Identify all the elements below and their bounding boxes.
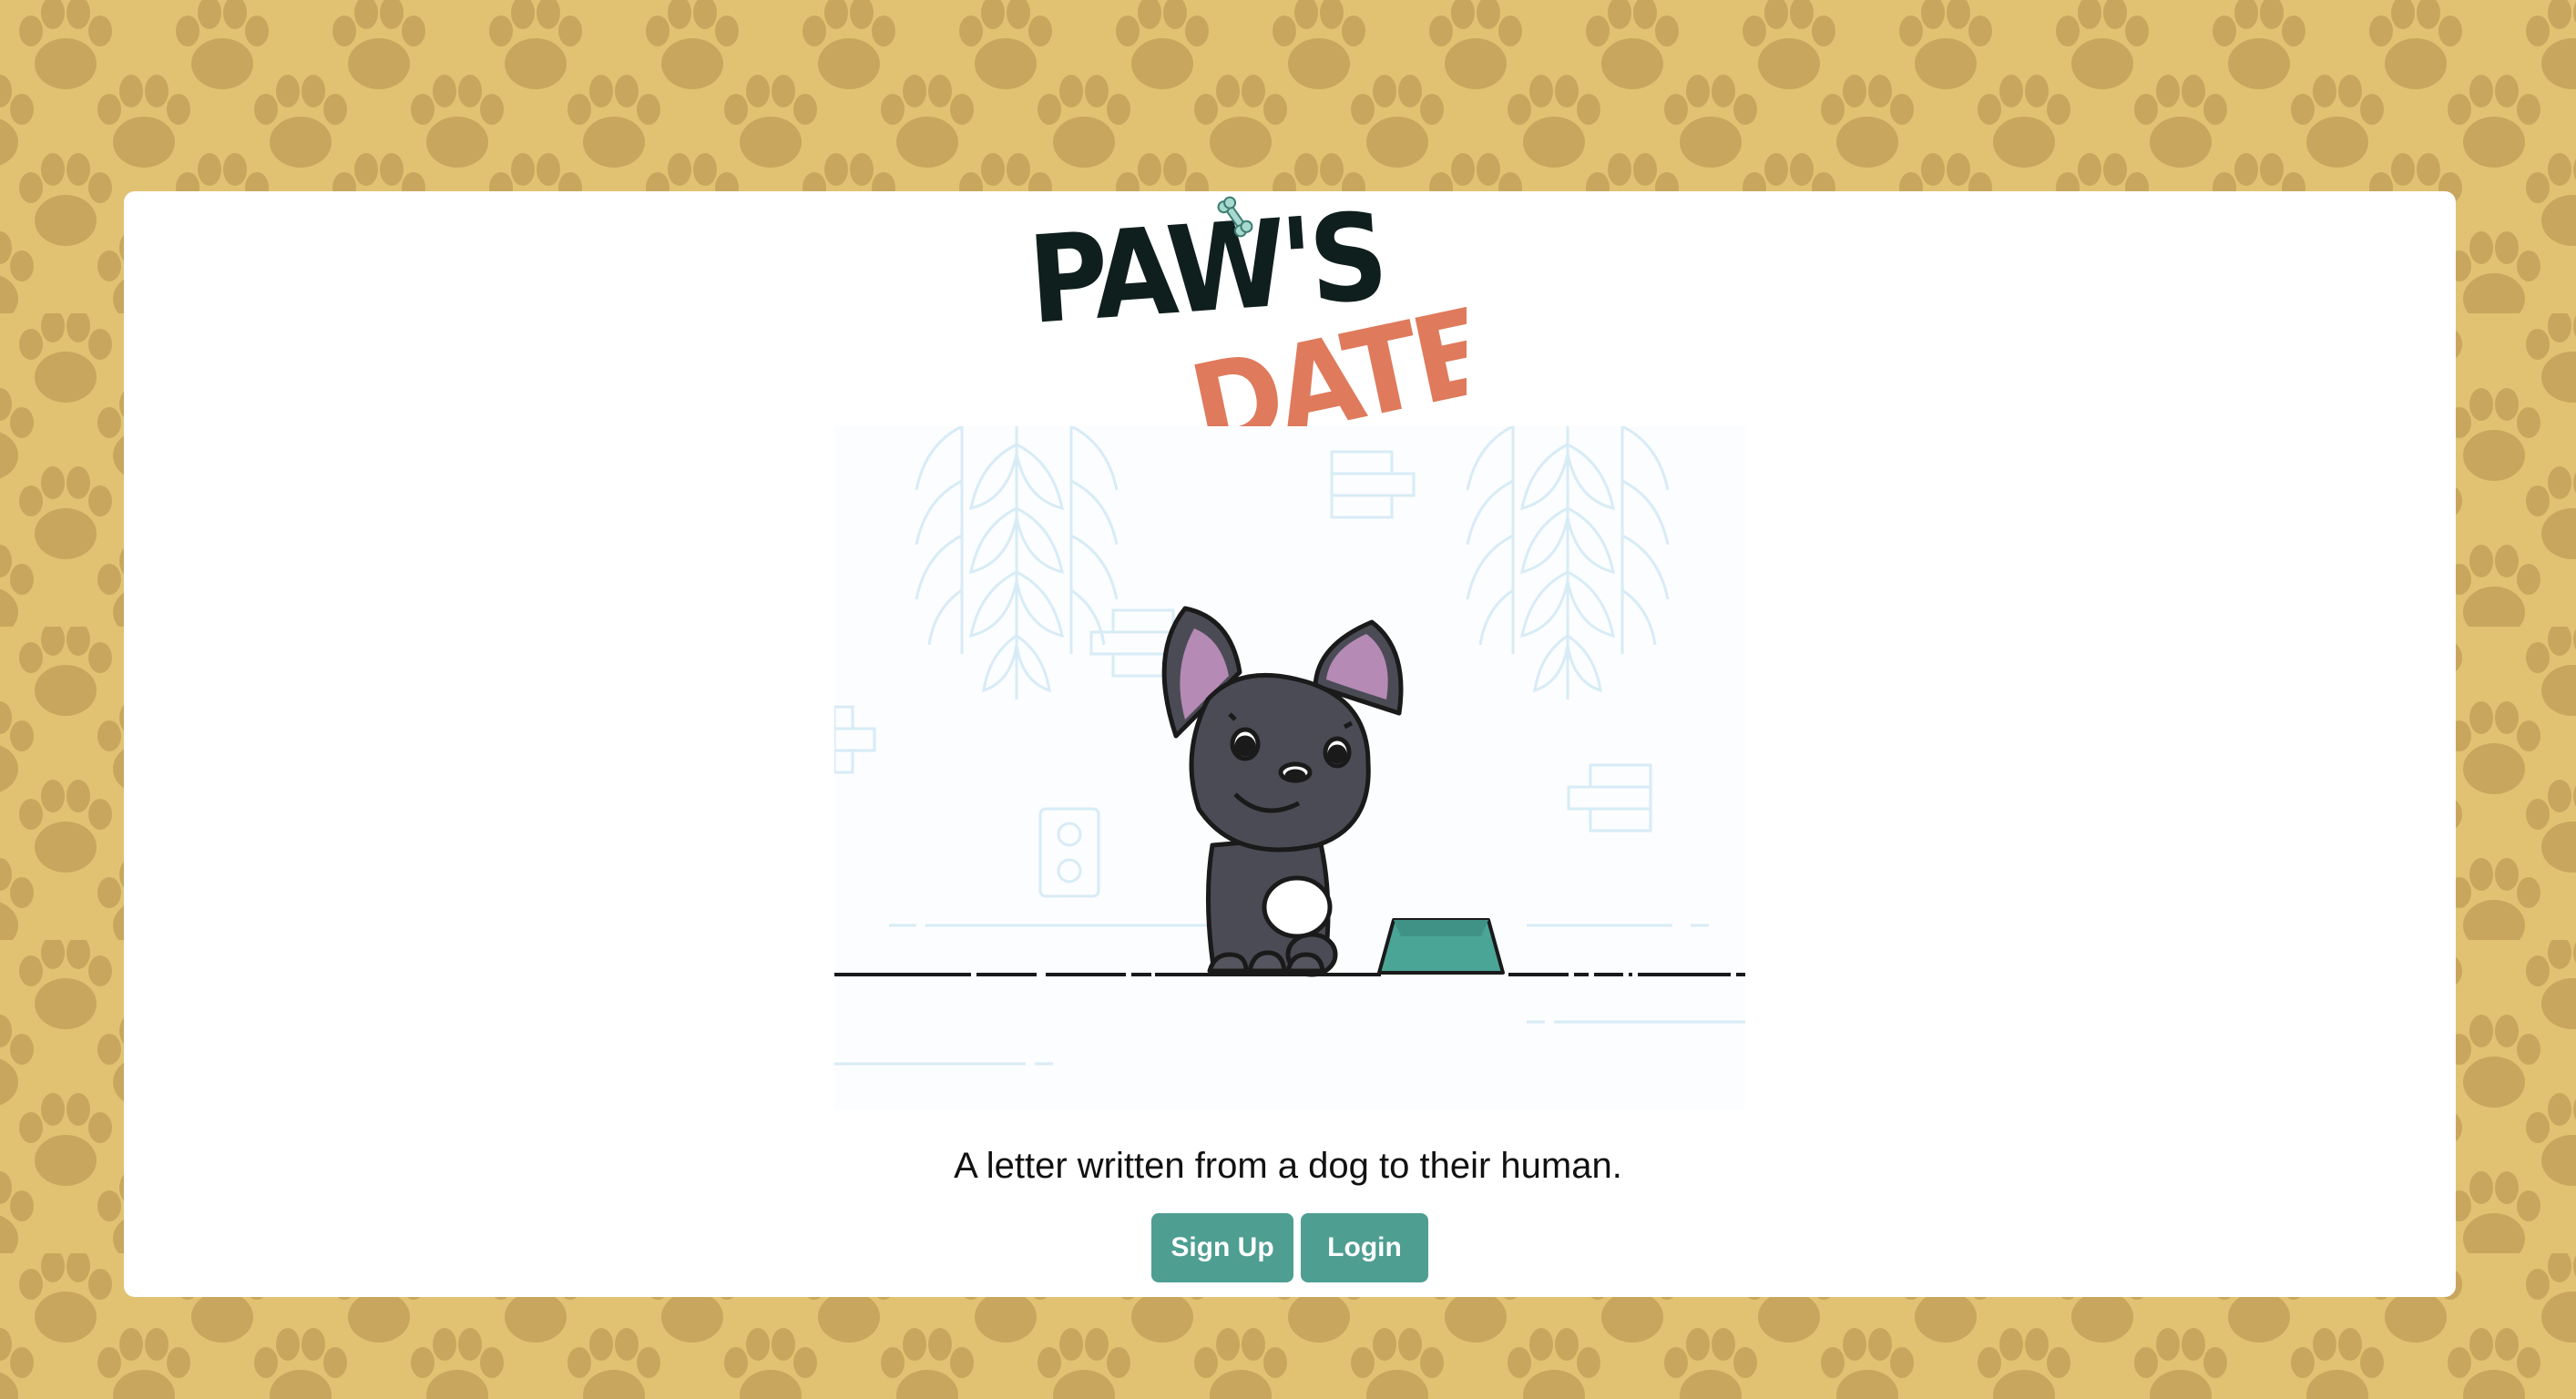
- food-bowl-icon: [1377, 918, 1505, 975]
- login-button[interactable]: Login: [1301, 1213, 1428, 1282]
- paws-date-logo: PAW'S DATE: [1025, 191, 1467, 437]
- tagline: A letter written from a dog to their hum…: [954, 1146, 1622, 1186]
- sign-up-button[interactable]: Sign Up: [1151, 1213, 1293, 1282]
- dog-illustration: [834, 426, 1745, 1109]
